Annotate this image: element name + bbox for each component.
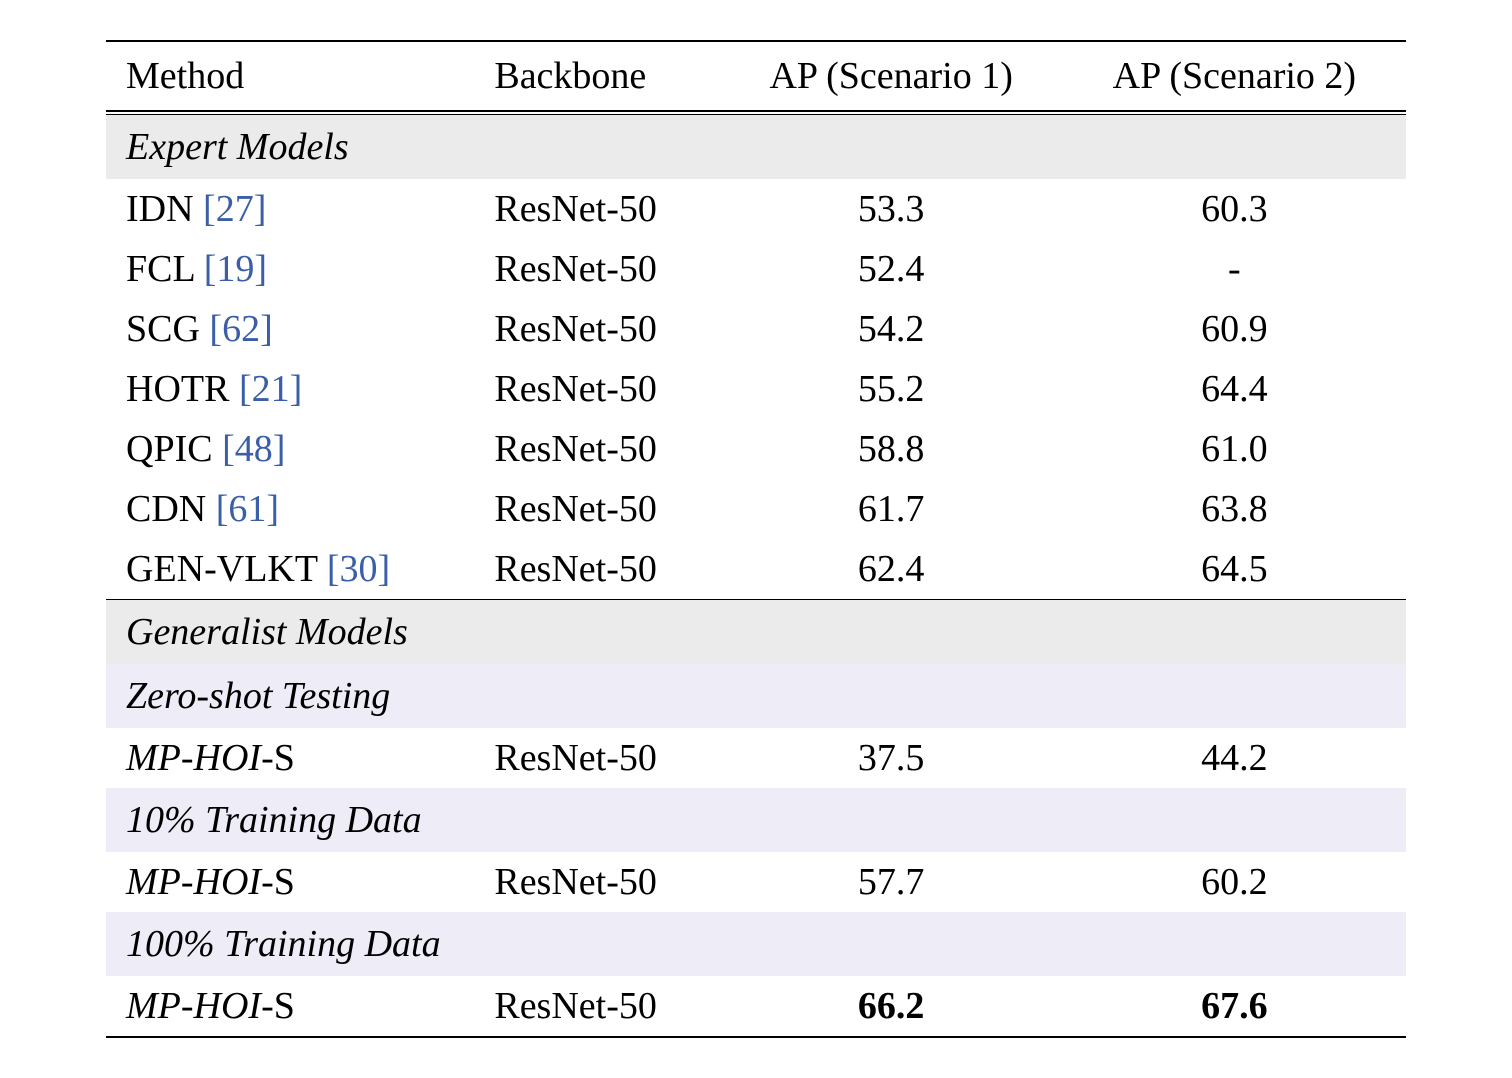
method-cell: MP-HOI-S (106, 976, 474, 1037)
table-row: QPIC [48] ResNet-50 58.8 61.0 (106, 419, 1406, 479)
method-cell: IDN [27] (106, 179, 474, 239)
table-row: MP-HOI-S ResNet-50 66.2 67.6 (106, 976, 1406, 1037)
citation: [62] (209, 308, 272, 350)
subsection-zero-shot: Zero-shot Testing (106, 664, 1406, 728)
ap1-cell: 58.8 (720, 419, 1063, 479)
citation: [30] (327, 548, 390, 590)
table-row: FCL [19] ResNet-50 52.4 - (106, 239, 1406, 299)
subsection-10pct: 10% Training Data (106, 788, 1406, 852)
backbone-cell: ResNet-50 (474, 852, 719, 912)
table-row: HOTR [21] ResNet-50 55.2 64.4 (106, 359, 1406, 419)
col-method: Method (106, 41, 474, 111)
subsection-label: Zero-shot Testing (106, 664, 1406, 728)
section-label: Generalist Models (106, 599, 1406, 664)
method-cell: QPIC [48] (106, 419, 474, 479)
backbone-cell: ResNet-50 (474, 419, 719, 479)
table-row: GEN-VLKT [30] ResNet-50 62.4 64.5 (106, 539, 1406, 600)
citation: [19] (204, 248, 267, 290)
backbone-cell: ResNet-50 (474, 239, 719, 299)
subsection-100pct: 100% Training Data (106, 912, 1406, 976)
ap1-cell: 62.4 (720, 539, 1063, 600)
table-row: IDN [27] ResNet-50 53.3 60.3 (106, 179, 1406, 239)
table-row: MP-HOI-S ResNet-50 37.5 44.2 (106, 728, 1406, 788)
ap2-cell: - (1063, 239, 1406, 299)
citation: [21] (239, 368, 302, 410)
citation: [61] (216, 488, 279, 530)
ap1-cell: 54.2 (720, 299, 1063, 359)
ap2-cell: 60.9 (1063, 299, 1406, 359)
ap1-cell: 53.3 (720, 179, 1063, 239)
method-cell: MP-HOI-S (106, 852, 474, 912)
ap1-cell: 37.5 (720, 728, 1063, 788)
method-cell: MP-HOI-S (106, 728, 474, 788)
ap2-cell: 61.0 (1063, 419, 1406, 479)
backbone-cell: ResNet-50 (474, 539, 719, 600)
ap1-cell: 52.4 (720, 239, 1063, 299)
section-expert-models: Expert Models (106, 115, 1406, 179)
results-table-container: Method Backbone AP (Scenario 1) AP (Scen… (106, 40, 1406, 1038)
col-ap2: AP (Scenario 2) (1063, 41, 1406, 111)
citation: [27] (203, 188, 266, 230)
method-cell: SCG [62] (106, 299, 474, 359)
ap1-cell: 61.7 (720, 479, 1063, 539)
section-generalist-models: Generalist Models (106, 599, 1406, 664)
table-row: CDN [61] ResNet-50 61.7 63.8 (106, 479, 1406, 539)
ap2-cell: 60.2 (1063, 852, 1406, 912)
subsection-label: 100% Training Data (106, 912, 1406, 976)
method-cell: HOTR [21] (106, 359, 474, 419)
method-cell: GEN-VLKT [30] (106, 539, 474, 600)
results-table: Method Backbone AP (Scenario 1) AP (Scen… (106, 40, 1406, 1038)
ap1-cell: 55.2 (720, 359, 1063, 419)
backbone-cell: ResNet-50 (474, 728, 719, 788)
table-row: SCG [62] ResNet-50 54.2 60.9 (106, 299, 1406, 359)
backbone-cell: ResNet-50 (474, 179, 719, 239)
ap2-cell: 63.8 (1063, 479, 1406, 539)
ap2-cell: 67.6 (1063, 976, 1406, 1037)
backbone-cell: ResNet-50 (474, 299, 719, 359)
section-label: Expert Models (106, 115, 1406, 179)
method-cell: FCL [19] (106, 239, 474, 299)
double-rule-spacer (106, 111, 1406, 115)
ap2-cell: 44.2 (1063, 728, 1406, 788)
subsection-label: 10% Training Data (106, 788, 1406, 852)
table-row: MP-HOI-S ResNet-50 57.7 60.2 (106, 852, 1406, 912)
ap1-cell: 57.7 (720, 852, 1063, 912)
method-cell: CDN [61] (106, 479, 474, 539)
backbone-cell: ResNet-50 (474, 359, 719, 419)
backbone-cell: ResNet-50 (474, 479, 719, 539)
ap2-cell: 64.4 (1063, 359, 1406, 419)
ap2-cell: 64.5 (1063, 539, 1406, 600)
ap1-cell: 66.2 (720, 976, 1063, 1037)
col-backbone: Backbone (474, 41, 719, 111)
table-header-row: Method Backbone AP (Scenario 1) AP (Scen… (106, 41, 1406, 111)
col-ap1: AP (Scenario 1) (720, 41, 1063, 111)
backbone-cell: ResNet-50 (474, 976, 719, 1037)
ap2-cell: 60.3 (1063, 179, 1406, 239)
citation: [48] (222, 428, 285, 470)
